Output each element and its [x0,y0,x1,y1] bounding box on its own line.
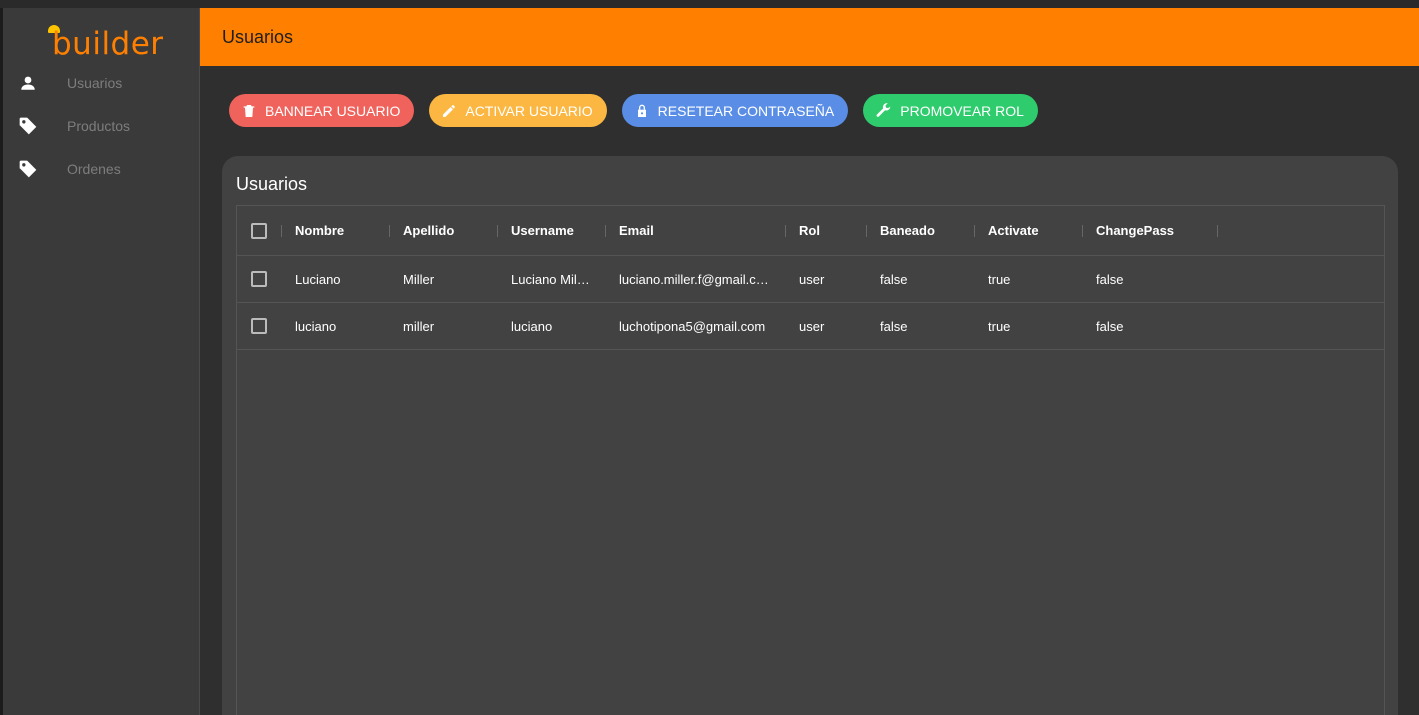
tag-icon [18,159,38,179]
lock-icon [637,104,646,117]
window-edge [0,8,3,715]
sidebar-item-label: Productos [67,118,131,134]
logo-text: builder [52,26,164,62]
column-separator [1217,225,1218,237]
cell-apellido: miller [403,318,435,334]
column-header[interactable]: Email [619,206,779,254]
promote-role-button[interactable]: PROMOVEAR ROL [863,94,1038,127]
reset-password-button[interactable]: RESETEAR CONTRASEÑA [621,94,849,127]
sidebar: builder Usuarios Productos Ordenes [0,8,200,715]
cell-changepass: false [1096,318,1124,334]
select-all-checkbox[interactable] [251,223,267,239]
table-header-row: Nombre Apellido Username Email Rol Banea… [237,206,1384,256]
row-checkbox[interactable] [251,271,267,287]
promote-role-label: PROMOVEAR ROL [900,102,1024,119]
table-row[interactable]: Luciano Miller Luciano Mil… luciano.mill… [237,256,1384,303]
ban-user-button[interactable]: BANNEAR USUARIO [229,94,415,127]
cell-nombre: luciano [295,318,337,334]
cell-apellido: Miller [403,271,435,287]
cell-activate: true [988,271,1011,287]
column-separator [497,225,498,237]
cell-activate: true [988,318,1011,334]
table-row[interactable]: luciano miller luciano luchotipona5@gmai… [237,303,1384,350]
sidebar-item-label: Ordenes [67,161,121,177]
sidebar-item-label: Usuarios [67,75,123,91]
column-separator [605,225,606,237]
reset-password-label: RESETEAR CONTRASEÑA [657,102,835,119]
cell-baneado: false [880,318,908,334]
column-header[interactable]: Rol [799,206,859,254]
column-separator [281,225,282,237]
table-title: Usuarios [236,174,308,194]
column-separator [1082,225,1083,237]
sidebar-item-productos[interactable]: Productos [0,106,200,146]
cell-changepass: false [1096,271,1124,287]
person-icon [18,73,38,93]
ban-user-label: BANNEAR USUARIO [265,102,401,119]
app-header: Usuarios [200,8,1419,66]
column-separator [974,225,975,237]
trash-icon [243,104,255,117]
cell-rol: user [799,271,825,287]
column-header[interactable]: Username [511,206,601,254]
cell-baneado: false [880,271,908,287]
column-separator [866,225,867,237]
top-strip [0,0,1419,8]
column-header[interactable]: ChangePass [1096,206,1206,254]
cell-username: Luciano Mil… [511,271,590,287]
tag-icon [18,116,38,136]
cell-nombre: Luciano [295,271,341,287]
column-separator [389,225,390,237]
activate-user-button[interactable]: ACTIVAR USUARIO [429,94,607,127]
column-header[interactable]: Baneado [880,206,970,254]
cell-rol: user [799,318,825,334]
column-separator [785,225,786,237]
sidebar-item-usuarios[interactable]: Usuarios [0,63,200,103]
activate-user-label: ACTIVAR USUARIO [465,102,593,119]
column-header[interactable]: Activate [988,206,1078,254]
cell-email: luchotipona5@gmail.com [619,318,766,334]
column-header[interactable]: Apellido [403,206,493,254]
column-header[interactable]: Nombre [295,206,385,254]
users-table: Nombre Apellido Username Email Rol Banea… [236,205,1385,715]
cell-email: luciano.miller.f@gmail.c… [619,271,769,287]
row-checkbox[interactable] [251,318,267,334]
pencil-icon [443,104,456,117]
users-card: Usuarios Nombre Apellido Username Email … [222,156,1398,715]
action-bar: BANNEAR USUARIO ACTIVAR USUARIO RESETEAR… [229,94,1053,127]
page-title: Usuarios [222,26,294,47]
sidebar-item-ordenes[interactable]: Ordenes [0,149,200,189]
wrench-icon [876,103,891,117]
cell-username: luciano [511,318,553,334]
